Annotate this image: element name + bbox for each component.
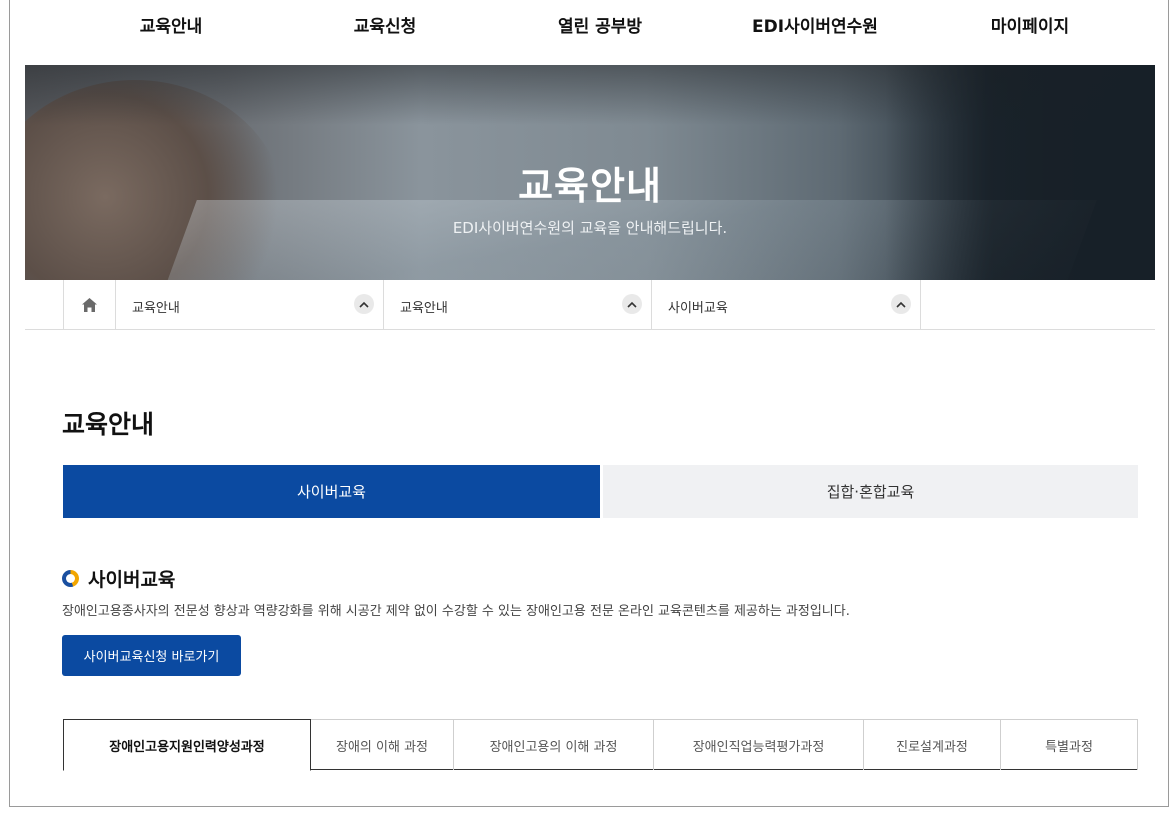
breadcrumb-depth1-select[interactable]: 교육안내 — [116, 280, 384, 329]
breadcrumb: 교육안내 교육안내 사이버교육 — [25, 280, 1155, 330]
ring-bullet-icon — [62, 570, 79, 587]
tab-group-blended-education[interactable]: 집합·혼합교육 — [603, 465, 1138, 518]
gnb-item-education-apply[interactable]: 교육신청 — [354, 12, 417, 37]
gnb-item-mypage[interactable]: 마이페이지 — [991, 12, 1069, 37]
cyber-education-apply-button[interactable]: 사이버교육신청 바로가기 — [62, 635, 241, 676]
hero-subtitle: EDI사이버연수원의 교육을 안내해드립니다. — [452, 219, 728, 237]
chevron-up-icon — [891, 294, 911, 314]
page-frame: 교육안내 교육신청 열린 공부방 EDI사이버연수원 마이페이지 교육안내 ED… — [9, 0, 1169, 807]
breadcrumb-depth2-label: 교육안내 — [400, 301, 448, 316]
tab-course-employment-understanding[interactable]: 장애인고용의 이해 과정 — [454, 719, 654, 770]
global-nav: 교육안내 교육신청 열린 공부방 EDI사이버연수원 마이페이지 — [10, 0, 1168, 50]
gnb-item-open-study[interactable]: 열린 공부방 — [558, 12, 642, 37]
section-title-text: 사이버교육 — [88, 569, 176, 591]
tab-course-vocational-evaluation[interactable]: 장애인직업능력평가과정 — [654, 719, 864, 770]
tab-course-special[interactable]: 특별과정 — [1001, 719, 1138, 770]
home-icon — [82, 297, 97, 312]
breadcrumb-depth3-label: 사이버교육 — [668, 301, 728, 316]
chevron-up-icon — [354, 294, 374, 314]
course-tabs: 장애인고용지원인력양성과정 장애의 이해 과정 장애인고용의 이해 과정 장애인… — [63, 719, 1138, 771]
breadcrumb-home-button[interactable] — [63, 280, 116, 329]
page-title: 교육안내 — [62, 410, 155, 439]
section-description: 장애인고용종사자의 전문성 향상과 역량강화를 위해 시공간 제약 없이 수강할… — [62, 604, 850, 619]
tab-cyber-education[interactable]: 사이버교육 — [63, 465, 600, 518]
tab-course-disability-understanding[interactable]: 장애의 이해 과정 — [311, 719, 454, 770]
hero-banner: 교육안내 EDI사이버연수원의 교육을 안내해드립니다. — [25, 65, 1155, 280]
section-title: 사이버교육 — [62, 565, 175, 592]
hero-title: 교육안내 — [518, 164, 662, 208]
gnb-item-education-info[interactable]: 교육안내 — [140, 12, 203, 37]
tab-course-support-staff[interactable]: 장애인고용지원인력양성과정 — [63, 719, 311, 771]
breadcrumb-depth3-select[interactable]: 사이버교육 — [652, 280, 921, 329]
gnb-item-cyber-academy[interactable]: EDI사이버연수원 — [752, 12, 878, 37]
chevron-up-icon — [622, 294, 642, 314]
breadcrumb-depth1-label: 교육안내 — [132, 301, 180, 316]
breadcrumb-depth2-select[interactable]: 교육안내 — [384, 280, 652, 329]
tab-course-career-design[interactable]: 진로설계과정 — [864, 719, 1001, 770]
main-tabs: 사이버교육 집합·혼합교육 — [63, 465, 1138, 518]
